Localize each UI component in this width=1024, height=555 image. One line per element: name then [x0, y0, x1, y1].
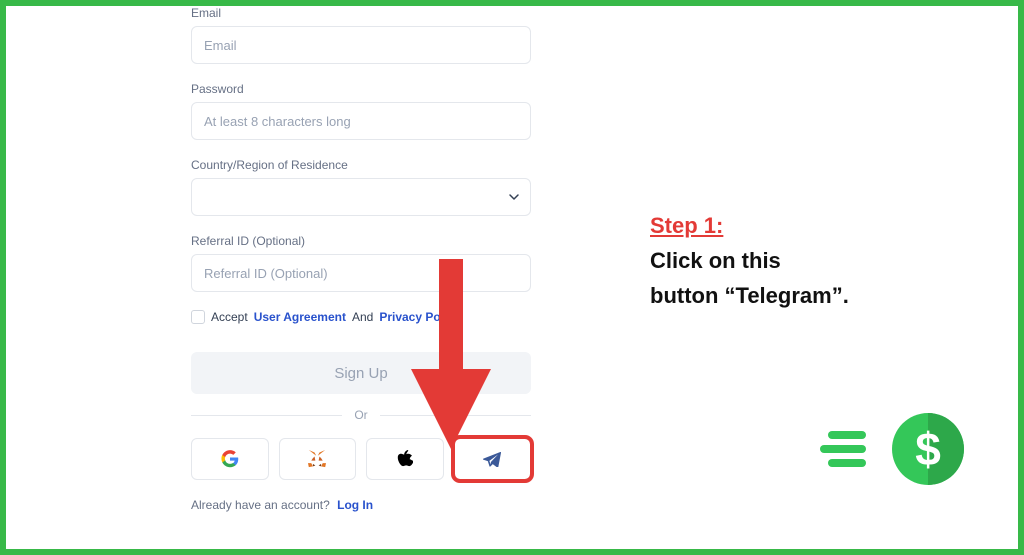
password-field[interactable]	[191, 102, 531, 140]
accept-and: And	[352, 310, 373, 324]
tutorial-frame: Email Password Country/Region of Residen…	[0, 0, 1024, 555]
country-label: Country/Region of Residence	[191, 158, 531, 172]
metamask-icon	[307, 450, 327, 468]
email-label: Email	[191, 6, 531, 20]
email-group: Email	[191, 6, 531, 64]
divider-line-left	[191, 415, 342, 416]
svg-text:$: $	[915, 423, 941, 475]
password-group: Password	[191, 82, 531, 140]
country-group: Country/Region of Residence	[191, 158, 531, 216]
step-text-line1: Click on this	[650, 243, 849, 278]
metamask-button[interactable]	[279, 438, 357, 480]
google-icon	[221, 450, 239, 468]
google-button[interactable]	[191, 438, 269, 480]
accept-prefix: Accept	[211, 310, 248, 324]
already-row: Already have an account? Log In	[191, 498, 531, 512]
password-label: Password	[191, 82, 531, 96]
accept-checkbox[interactable]	[191, 310, 205, 324]
step-text-line2: button “Telegram”.	[650, 278, 849, 313]
referral-label: Referral ID (Optional)	[191, 234, 531, 248]
already-text: Already have an account?	[191, 498, 330, 512]
user-agreement-link[interactable]: User Agreement	[254, 310, 346, 324]
step-label: Step 1:	[650, 208, 849, 243]
arrow-icon	[411, 259, 491, 449]
email-field[interactable]	[191, 26, 531, 64]
chevron-down-icon	[508, 191, 520, 203]
money-logo-icon: $	[818, 409, 978, 489]
login-link[interactable]: Log In	[337, 498, 373, 512]
country-select[interactable]	[191, 178, 531, 216]
apple-icon	[397, 450, 413, 468]
telegram-icon	[483, 451, 501, 467]
instruction-panel: Step 1: Click on this button “Telegram”.	[650, 208, 849, 314]
or-label: Or	[354, 408, 367, 422]
